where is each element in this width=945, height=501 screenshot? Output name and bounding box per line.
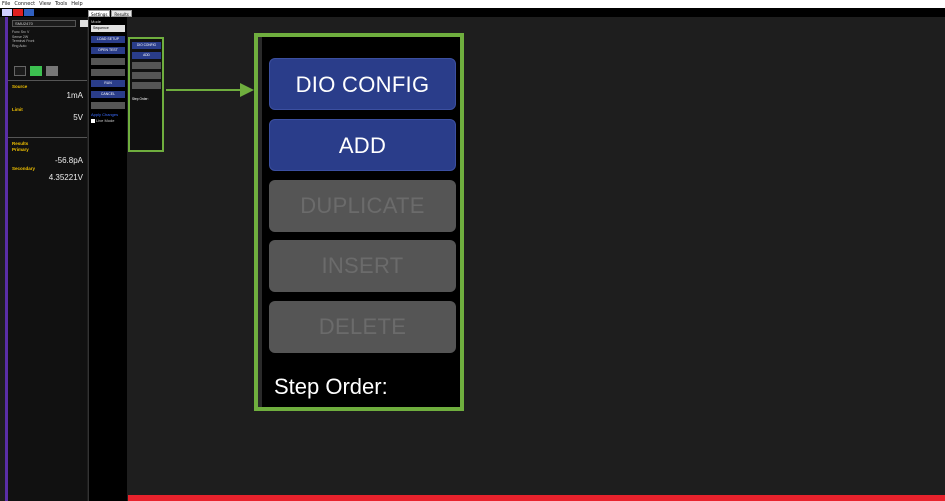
duplicate-button: DUPLICATE [269, 180, 456, 232]
insert-button-small [132, 72, 161, 79]
run-icon[interactable] [24, 9, 34, 16]
menu-help[interactable]: Help [71, 0, 82, 8]
toolbar [0, 8, 945, 17]
cancel-button[interactable]: CANCEL [91, 91, 125, 98]
duplicate-button-small [132, 62, 161, 69]
view-tabs: Settings Results [88, 10, 132, 17]
channel-menu-button[interactable] [80, 20, 88, 27]
results-label: Results [12, 141, 29, 146]
tab-settings[interactable]: Settings [88, 10, 111, 17]
dio-config-button-small[interactable]: DIO CONFIG [132, 42, 161, 49]
step-order-label-small: Step Order: [132, 97, 149, 101]
apply-changes-label[interactable]: Apply Changes [91, 112, 118, 117]
secondary-value: 4.35221V [48, 173, 83, 182]
step-order-label: Step Order: [274, 374, 388, 399]
source-value[interactable]: 1mA [67, 91, 83, 100]
mode-label: Mode [91, 19, 102, 24]
channel-panel: SMU2470 Func Src V Sense 2W Terminal Fro… [5, 17, 88, 501]
status-bar [128, 495, 945, 501]
channel-selector[interactable]: SMU2470 [12, 20, 76, 27]
info-line: Rng Auto [12, 43, 27, 48]
channel-info: Func Src V Sense 2W Terminal Front Rng A… [12, 30, 34, 48]
source-label: Source [12, 84, 28, 89]
connect-icon[interactable] [2, 9, 12, 16]
step-config-panel-zoomed: DIO CONFIG ADD DUPLICATE INSERT DELETE S… [254, 33, 464, 411]
disabled-button [91, 69, 125, 76]
callout-arrow-icon [240, 83, 254, 97]
limit-label: Limit [12, 107, 23, 112]
delete-button: DELETE [269, 301, 456, 353]
tab-results[interactable]: Results [111, 10, 132, 17]
panel-edge [258, 37, 262, 407]
info-line: Terminal Front [12, 39, 35, 43]
add-button[interactable]: ADD [269, 119, 456, 171]
mode-select[interactable]: Sequence [91, 25, 125, 32]
live-mode-label: Live Mode [96, 118, 115, 123]
power-icon[interactable] [30, 66, 42, 76]
menu-file[interactable]: File [2, 0, 10, 8]
menu-bar: File Connect View Tools Help [0, 0, 945, 8]
callout-arrow-line [166, 89, 246, 91]
disabled-button [91, 102, 125, 109]
load-setup-button[interactable]: LOAD SETUP [91, 36, 125, 43]
menu-tools[interactable]: Tools [55, 0, 67, 8]
insert-button: INSERT [269, 240, 456, 292]
primary-label: Primary [12, 147, 29, 152]
dio-config-button[interactable]: DIO CONFIG [269, 58, 456, 110]
menu-connect[interactable]: Connect [14, 0, 35, 8]
mode-column: Mode Sequence LOAD SETUP OPEN TEST RUN C… [88, 17, 127, 501]
menu-view[interactable]: View [39, 0, 51, 8]
limit-value[interactable]: 5V [73, 113, 83, 122]
primary-value: -56.8pA [54, 156, 83, 165]
add-button-small[interactable]: ADD [132, 52, 161, 59]
open-test-button[interactable]: OPEN TEST [91, 47, 125, 54]
delete-button-small [132, 82, 161, 89]
live-mode-checkbox[interactable] [91, 119, 95, 123]
step-config-panel-small: DIO CONFIG ADD Step Order: [128, 37, 164, 152]
disabled-button [91, 58, 125, 65]
output-toggle[interactable] [14, 66, 26, 76]
settings-icon[interactable] [46, 66, 58, 76]
secondary-label: Secondary [12, 166, 36, 171]
results-section: Results Primary -56.8pA Secondary 4.3522… [8, 137, 87, 207]
stop-icon[interactable] [13, 9, 23, 16]
source-section: Source 1mA Limit 5V [8, 80, 87, 144]
run-button[interactable]: RUN [91, 80, 125, 87]
